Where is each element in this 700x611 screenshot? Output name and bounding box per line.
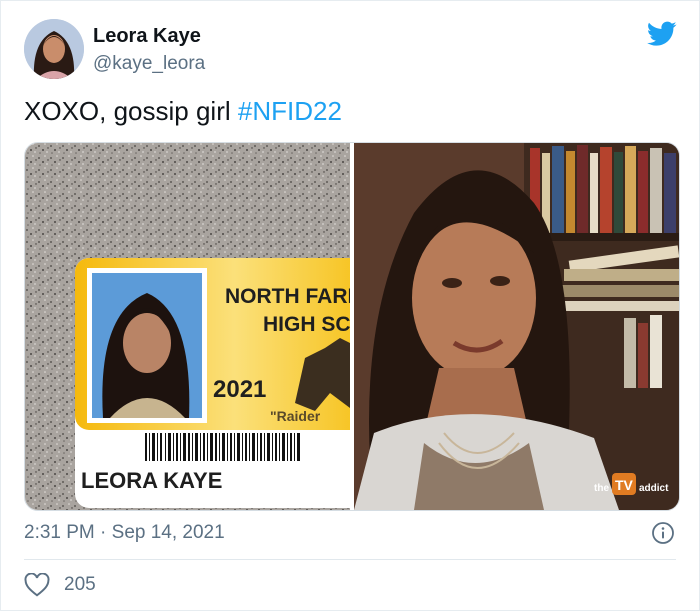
tweet-media[interactable]: NORTH FARM HIGH SC 2021 "Raider bbox=[24, 142, 680, 511]
actress-photo[interactable]: the TV addict bbox=[354, 143, 679, 510]
info-icon[interactable] bbox=[651, 521, 675, 545]
watermark-suffix: addict bbox=[639, 483, 669, 494]
tweet-timestamp[interactable]: 2:31 PM · Sep 14, 2021 bbox=[24, 522, 225, 544]
hashtag-link[interactable]: #NFID22 bbox=[238, 96, 342, 126]
twitter-bird-icon[interactable] bbox=[647, 21, 677, 47]
card-mascot: "Raider bbox=[270, 408, 321, 424]
separator bbox=[24, 559, 676, 560]
tweet-body: XOXO, gossip girl bbox=[24, 96, 238, 126]
avatar[interactable] bbox=[24, 19, 84, 79]
heart-icon[interactable] bbox=[24, 573, 50, 597]
school-name-line2: HIGH SC bbox=[263, 313, 350, 336]
watermark-prefix: the bbox=[594, 483, 609, 494]
student-name: LEORA KAYE bbox=[81, 468, 222, 493]
barcode bbox=[145, 433, 300, 461]
like-row: 205 bbox=[24, 573, 96, 597]
author-name[interactable]: Leora Kaye bbox=[93, 25, 201, 48]
like-count[interactable]: 205 bbox=[64, 574, 96, 596]
tweet-card: Leora Kaye @kaye_leora XOXO, gossip girl… bbox=[0, 0, 700, 611]
author-handle[interactable]: @kaye_leora bbox=[93, 53, 205, 75]
school-name-line1: NORTH FARM bbox=[225, 285, 350, 308]
tweet-text: XOXO, gossip girl #NFID22 bbox=[24, 96, 342, 127]
id-card-photo[interactable]: NORTH FARM HIGH SC 2021 "Raider bbox=[25, 143, 350, 510]
card-year: 2021 bbox=[213, 376, 266, 403]
watermark-logo: TV bbox=[615, 477, 634, 493]
